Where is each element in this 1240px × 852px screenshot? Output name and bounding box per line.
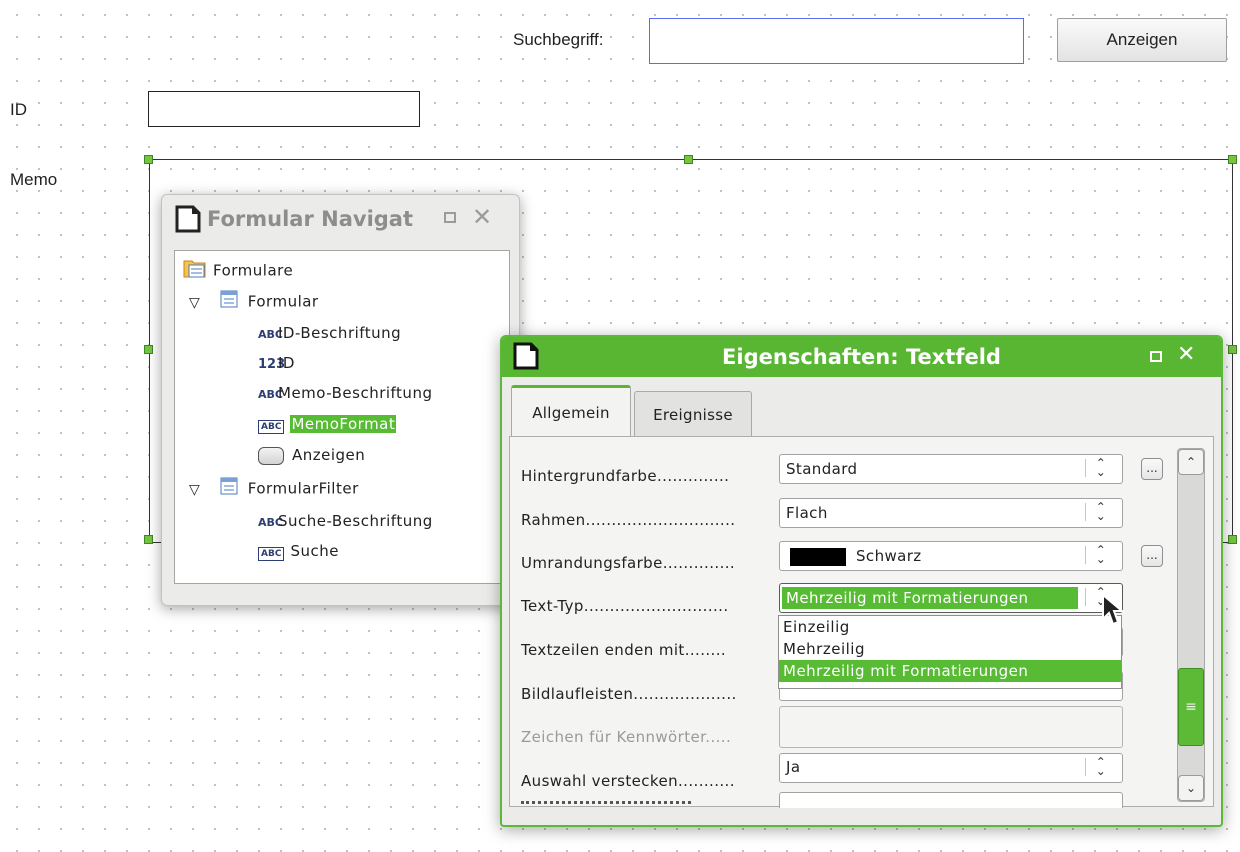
tree-item-anzeigen[interactable]: Anzeigen [258, 444, 365, 466]
prop-label-auswahl-verstecken: Auswahl verstecken........... [521, 772, 735, 790]
tree-item-label: Suche-Beschriftung [278, 512, 433, 530]
dropdown-option-mehrzeilig-formatierungen[interactable]: Mehrzeilig mit Formatierungen [779, 660, 1121, 682]
properties-title: Eigenschaften: Textfeld [722, 345, 1001, 369]
tree-item-id[interactable]: 123ID [258, 352, 295, 374]
prop-label-hintergrundfarbe: Hintergrundfarbe.............. [521, 467, 730, 485]
form-icon [220, 290, 238, 314]
partial-property-label [521, 801, 691, 808]
resize-handle-bottom-left[interactable] [144, 535, 153, 544]
id-field[interactable] [148, 91, 420, 127]
tree-item-memo-beschriftung[interactable]: ABCMemo-Beschriftung [258, 382, 432, 404]
tree-item-suche[interactable]: ABC Suche [258, 540, 339, 562]
close-icon[interactable]: ✕ [472, 203, 492, 231]
dropdown-option-einzeilig[interactable]: Einzeilig [779, 616, 1121, 638]
navigator-tree[interactable]: Formulare ▽ Formular ABCID-Beschriftung … [174, 250, 510, 584]
tree-item-label: ID-Beschriftung [278, 324, 402, 342]
tree-item-label: MemoFormat [290, 415, 397, 433]
properties-titlebar[interactable]: Eigenschaften: Textfeld ✕ [502, 337, 1221, 377]
auswahl-verstecken-select[interactable]: Ja ⌃ ⌄ [779, 753, 1123, 783]
umrandungsfarbe-select[interactable]: Schwarz ⌃ ⌄ [779, 541, 1123, 571]
search-label: Suchbegriff: [513, 30, 604, 49]
tree-item-label: Memo-Beschriftung [278, 384, 433, 402]
id-label: ID [10, 100, 27, 119]
color-swatch [790, 548, 846, 566]
resize-handle-right[interactable] [1228, 345, 1237, 354]
resize-handle-top[interactable] [684, 155, 693, 164]
hintergrundfarbe-more-button[interactable]: ... [1141, 458, 1163, 480]
spin-icon: ⌃ ⌄ [1085, 544, 1116, 565]
libreoffice-doc-icon [174, 205, 202, 237]
tree-item-label: ID [278, 354, 295, 372]
maximize-icon[interactable] [1150, 351, 1162, 362]
rahmen-select[interactable]: Flach ⌃ ⌄ [779, 498, 1123, 528]
properties-dialog[interactable]: Eigenschaften: Textfeld ✕ Allgemein Erei… [500, 335, 1223, 827]
resize-handle-top-right[interactable] [1228, 155, 1237, 164]
tree-item-id-beschriftung[interactable]: ABCID-Beschriftung [258, 322, 401, 344]
resize-handle-top-left[interactable] [144, 155, 153, 164]
memo-label: Memo [10, 170, 58, 189]
resize-handle-left[interactable] [144, 345, 153, 354]
maximize-icon[interactable] [444, 212, 456, 223]
close-icon[interactable]: ✕ [1177, 342, 1195, 367]
text-typ-dropdown-list[interactable]: Einzeilig Mehrzeilig Mehrzeilig mit Form… [778, 615, 1122, 689]
dropdown-option-mehrzeilig[interactable]: Mehrzeilig [779, 638, 1121, 660]
mouse-cursor-icon [1101, 592, 1127, 631]
partial-property-field[interactable] [779, 792, 1123, 808]
tree-item-label: Formulare [213, 261, 294, 280]
scroll-up-arrow[interactable]: ⌃ [1178, 449, 1204, 475]
show-button[interactable]: Anzeigen [1057, 18, 1227, 62]
expand-triangle-icon[interactable]: ▽ [189, 292, 215, 314]
umrandungsfarbe-more-button[interactable]: ... [1141, 545, 1163, 567]
navigator-title: Formular Navigat [207, 207, 414, 231]
tree-item-label: Anzeigen [292, 446, 366, 464]
tree-item-label: Formular [247, 292, 319, 311]
prop-label-bildlaufleisten: Bildlaufleisten.................... [521, 685, 737, 703]
hintergrundfarbe-select[interactable]: Standard ⌃ ⌄ [779, 454, 1123, 484]
kennwort-zeichen-field [779, 706, 1123, 748]
tree-item-suche-beschriftung[interactable]: ABCSuche-Beschriftung [258, 510, 433, 532]
scroll-thumb[interactable]: ≡ [1178, 668, 1204, 746]
combo-value: Ja [786, 758, 801, 776]
combo-value: Schwarz [856, 547, 922, 565]
tree-item-formularfilter[interactable]: ▽ FormularFilter [189, 477, 359, 499]
text-field-icon: ABC [258, 420, 285, 434]
prop-label-text-typ: Text-Typ............................ [521, 597, 729, 615]
prop-label-zeichen-kennwoerter: Zeichen für Kennwörter..... [521, 728, 732, 746]
tree-item-formular[interactable]: ▽ Formular [189, 290, 319, 312]
folder-icon [183, 257, 207, 285]
tab-allgemein[interactable]: Allgemein [511, 385, 631, 437]
combo-value: Mehrzeilig mit Formatierungen [786, 589, 1029, 607]
tree-item-memoformat[interactable]: ABC MemoFormat [258, 413, 397, 435]
scroll-down-arrow[interactable]: ⌄ [1178, 775, 1204, 801]
resize-handle-bottom-right[interactable] [1228, 535, 1237, 544]
spin-icon: ⌃ ⌄ [1085, 756, 1116, 777]
search-input[interactable] [649, 18, 1024, 64]
combo-value: Standard [786, 460, 858, 478]
tree-item-label: FormularFilter [247, 479, 359, 498]
combo-value: Flach [786, 504, 828, 522]
text-typ-select[interactable]: Mehrzeilig mit Formatierungen ⌃ ⌄ [779, 583, 1123, 613]
button-icon [258, 446, 284, 465]
tree-item-formulare[interactable]: Formulare [183, 257, 294, 280]
prop-label-rahmen: Rahmen............................. [521, 511, 736, 529]
prop-label-umrandungsfarbe: Umrandungsfarbe.............. [521, 554, 736, 572]
expand-triangle-icon[interactable]: ▽ [189, 479, 215, 501]
vertical-scrollbar[interactable]: ⌃ ≡ ⌄ [1177, 448, 1205, 802]
spin-icon: ⌃ ⌄ [1085, 457, 1116, 478]
form-icon [220, 477, 238, 501]
tab-ereignisse[interactable]: Ereignisse [634, 391, 752, 437]
text-field-icon: ABC [258, 547, 285, 561]
prop-label-textzeilen: Textzeilen enden mit........ [521, 641, 727, 659]
form-navigator-window[interactable]: Formular Navigat ✕ Formulare ▽ Formular … [161, 194, 520, 606]
spin-icon: ⌃ ⌄ [1085, 501, 1116, 522]
tree-item-label: Suche [290, 542, 339, 560]
